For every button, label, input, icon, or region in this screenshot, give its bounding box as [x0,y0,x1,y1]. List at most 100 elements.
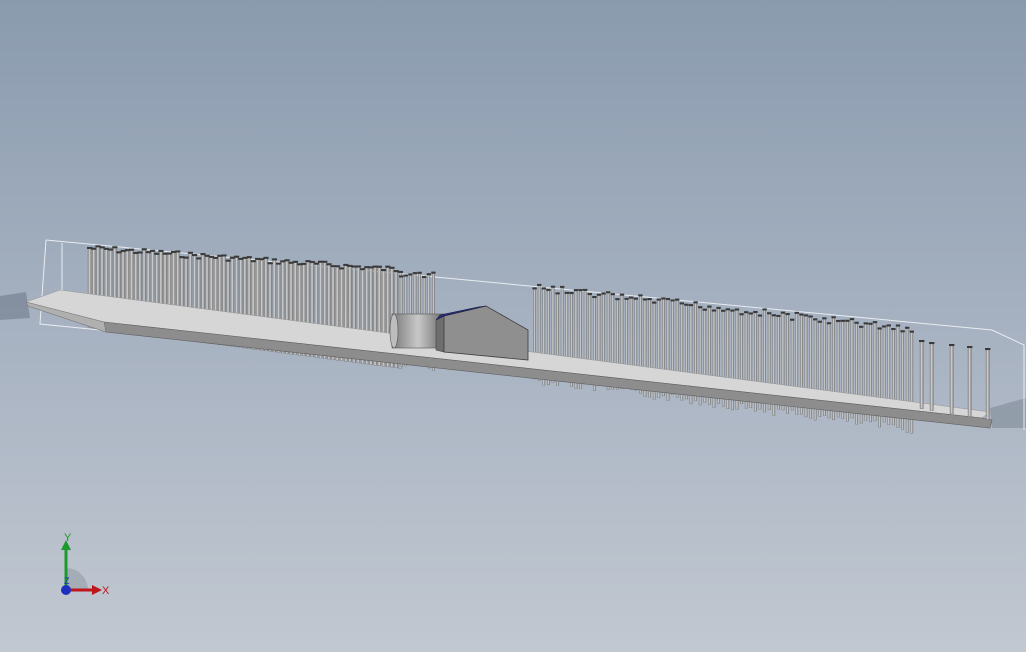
component-pin-tip [569,292,574,295]
component-pin-tip [886,324,891,327]
component-pin-tip [158,249,164,252]
component-pin-tip [550,285,556,288]
z-axis-point [61,585,71,595]
component-pin-tip [919,340,925,342]
y-axis-label: Y [64,532,72,544]
component-pin-tip [652,301,657,304]
component-pin-tip [137,251,143,254]
component-pin-tip [707,305,712,308]
component-pin-tip [587,293,592,296]
graphics-viewport[interactable]: Y X Z [0,0,1026,652]
component-pin-tip [794,311,799,314]
component-pin-tip [624,297,629,300]
component-pin-tip [564,291,569,294]
component-pin-tip [859,325,864,328]
component-pin-tip [196,257,202,260]
component-pin-tip [780,311,786,314]
component-pin-tip [610,293,615,296]
component-pin-tip [213,256,219,259]
component-pin-tip [412,272,418,275]
component-pin-tip [263,256,269,259]
component-pin-tip [661,297,666,300]
component-pin-tip [560,285,565,288]
component-pin-tip [537,283,542,286]
component-pin-tip [817,320,822,323]
component-pin-tip [322,260,328,263]
connector-housing[interactable] [435,305,529,361]
component-pin-tip [702,308,707,311]
component-pin-tip [615,298,620,301]
component-pin-tip [91,247,97,250]
component-pin-tip [592,295,597,298]
component-pin-tip [836,319,841,322]
component-pin-tip [150,249,156,252]
component-pin-tip [355,265,361,268]
component-pin-tip [221,254,227,257]
component-pin-tip [721,309,726,312]
component-pin-tip [803,314,809,317]
component-pin-tip [532,287,537,290]
component-pin-tip [767,312,772,315]
component-pin-tip [187,251,193,254]
component-pin-tip [656,298,661,301]
component-pin-tip [292,260,298,263]
component-pin-tip [868,322,873,325]
component-pin-tip [313,262,319,265]
component-pin-tip [863,322,868,325]
component-pin-tip [647,298,652,301]
component-pin-tip [606,291,611,294]
component-pin-tip [693,301,698,304]
component-pin-tip [183,256,189,259]
component-pin-tip [891,328,896,331]
component-pin-tip [431,271,436,274]
component-pin-tip [771,314,776,317]
model-scene[interactable] [0,0,1026,652]
component-pin-tip [698,306,703,309]
x-axis-label: X [102,585,110,597]
component-pin-tip [949,344,955,346]
component-pin-tip [596,293,602,296]
component-pin-tip [638,294,643,297]
component-pin-tip [642,298,648,301]
component-pin-tip [734,308,740,311]
component-pin [929,343,934,411]
component-pin-tip [271,258,277,261]
component-pin-tip [376,265,382,268]
component-pin-tip [129,248,135,251]
component-pin-tip [573,289,579,292]
component-pin-tip [739,313,744,316]
component-pin-tip [854,321,859,324]
component-pin [949,345,954,414]
component-pin-tip [250,260,256,263]
component-pin-tip [872,321,878,324]
component-pin-tip [399,275,404,278]
component-pin-tip [813,318,818,321]
x-axis-arrowhead [92,585,102,595]
coordinate-triad[interactable]: Y X Z [50,532,120,602]
component-pin-tip [822,317,827,320]
component-pin-tip [301,262,307,265]
component-pin-tip [583,288,588,291]
component-pin-tip [849,318,855,321]
component-pin-tip [284,259,290,262]
component-pin-tip [790,318,795,321]
component-pin-tip [381,269,387,272]
component-pin-tip [725,308,730,311]
component-pin-tip [900,330,905,333]
component-pin-tip [408,273,413,276]
component-pin-tip [877,327,882,330]
component-pin-tip [112,246,118,249]
component-pin-tip [397,270,403,273]
component-pin-tip [753,310,758,313]
component-pin-tip [426,273,431,276]
component-pin [985,349,990,420]
component-pin-tip [905,326,910,329]
component-pin-tip [882,325,887,328]
component-pin-tip [601,292,606,295]
component-pin-tip [555,292,560,295]
component-pin-tip [541,287,546,290]
component-pin-tip [225,259,231,262]
left-shadow-streak [0,292,30,320]
component-pin-tip [799,313,804,316]
component-pin-tip [192,254,198,257]
